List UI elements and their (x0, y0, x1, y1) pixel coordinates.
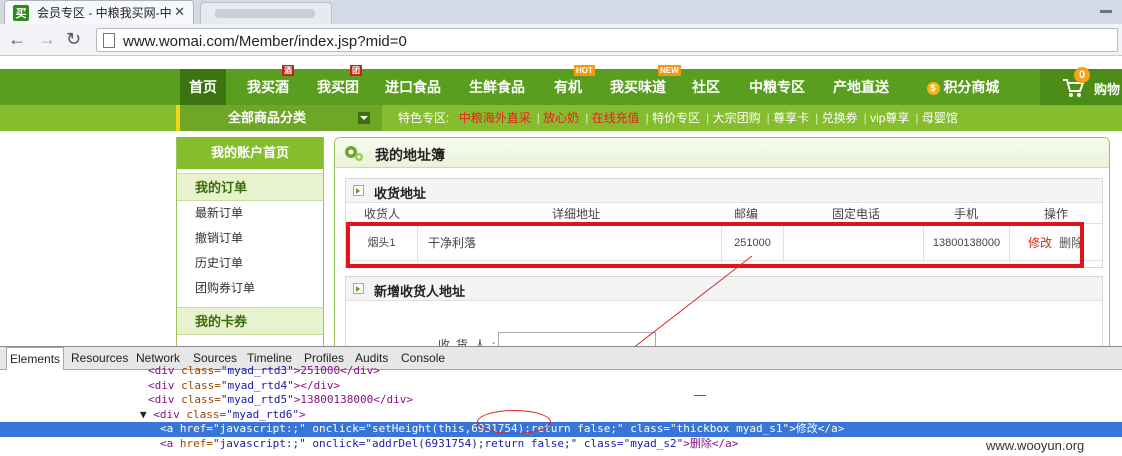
dom-line[interactable]: <a href="javascript:;" onclick="setHeigh… (0, 422, 1122, 437)
dom-token: <div (148, 393, 182, 406)
tab-network[interactable]: Network (136, 351, 180, 365)
dom-token: "myad_rtd4" (220, 378, 294, 392)
dom-line[interactable]: ▼ <div class="myad_rtd6"> (0, 408, 1122, 423)
dom-token: class= (181, 393, 221, 406)
dom-tree: <div class="myad_rtd3">251000</div> <div … (0, 364, 1122, 452)
dom-token: "myad_rtd5" (220, 393, 294, 406)
dom-token: class= (181, 378, 221, 392)
dom-token: ></div> (293, 378, 341, 392)
dom-token: class= (181, 364, 221, 377)
dom-token: <div (148, 378, 182, 392)
tab-resources[interactable]: Resources (71, 351, 128, 365)
dom-token: class= (186, 407, 227, 421)
dom-line[interactable]: <div class="myad_rtd3">251000</div> (0, 364, 1122, 379)
tab-sources[interactable]: Sources (193, 351, 237, 365)
dom-line[interactable]: <a href="javascript:;" onclick="addrDel(… (0, 437, 1122, 452)
dom-token: <a (160, 422, 180, 435)
dom-token: ▼ (140, 407, 154, 421)
dom-token: <div (148, 364, 182, 377)
tab-audits[interactable]: Audits (355, 351, 388, 365)
dom-token: <div (153, 407, 187, 421)
dom-token: >251000</div> (293, 364, 380, 377)
dom-line[interactable]: <div class="myad_rtd4"></div> (0, 379, 1122, 394)
highlight-ellipse (477, 410, 551, 434)
dom-token: >13800138000</div> (293, 393, 413, 406)
tab-timeline[interactable]: Timeline (247, 351, 292, 365)
dom-token: href= (179, 436, 213, 450)
dom-token: > (298, 407, 306, 421)
dom-line[interactable]: <div class="myad_rtd5">13800138000</div> (0, 393, 1122, 408)
watermark: www.wooyun.org (986, 438, 1085, 453)
devtools-panel: Elements Resources Network Sources Timel… (0, 346, 1122, 456)
dom-token: >删除</a> (683, 436, 739, 450)
dom-token: <a (160, 436, 180, 450)
tab-profiles[interactable]: Profiles (304, 351, 344, 365)
dom-token: >修改</a> (789, 422, 845, 435)
dom-token: href= (179, 422, 213, 435)
dom-token: "javascript:;" onclick="addrDel(6931754)… (213, 436, 684, 450)
annotation-dash (694, 395, 706, 396)
tab-console[interactable]: Console (401, 351, 445, 365)
dom-token: "myad_rtd3" (220, 364, 294, 377)
dom-token: "myad_rtd6" (226, 407, 299, 421)
